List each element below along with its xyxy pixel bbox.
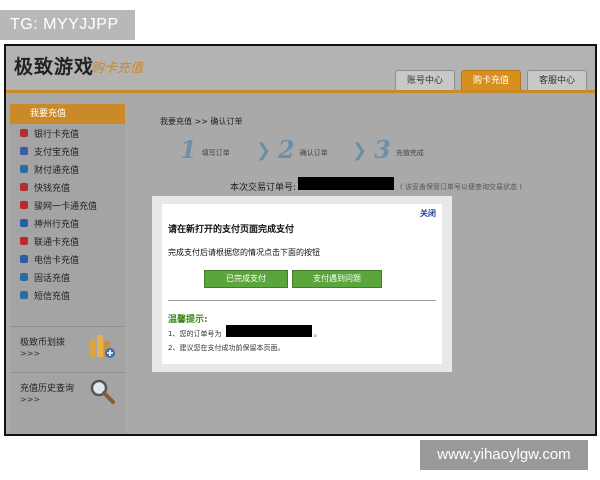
- payment-dialog-body: 关闭 请在新打开的支付页面完成支付 完成支付后请根据您的情况点击下面的按钮 已完…: [162, 204, 442, 364]
- sidebar-list: 银行卡充值支付宝充值财付通充值快钱充值骏网一卡通充值 神州行充值联通卡充值电信卡充…: [10, 124, 125, 304]
- tab-account-center[interactable]: 账号中心: [395, 70, 455, 92]
- step-2-number: 2: [278, 135, 295, 164]
- header-tabs: 账号中心 购卡充值 客服中心: [395, 70, 587, 92]
- sidebar-item-label: 电信卡充值: [34, 255, 80, 266]
- sidebar-item-shenzhouxing[interactable]: 神州行充值: [10, 214, 125, 232]
- tip-order-number-redacted: [226, 325, 312, 337]
- sidebar-item-junnet[interactable]: 骏网一卡通充值: [10, 196, 125, 214]
- sidebar-item-alipay[interactable]: 支付宝充值: [10, 142, 125, 160]
- bank-card-icon: [20, 129, 28, 137]
- tab-card-recharge[interactable]: 购卡充值: [461, 70, 521, 92]
- coin-transfer-label: 极致币划拨: [20, 338, 66, 348]
- sidebar-block-recharge-history[interactable]: 充值历史查询 >>>: [10, 372, 125, 417]
- sidebar-item-phone[interactable]: 固话充值: [10, 268, 125, 286]
- payment-completed-button[interactable]: 已完成支付: [204, 270, 288, 288]
- sidebar: 我要充值 银行卡充值支付宝充值财付通充值快钱充值骏网一卡通充值 神州行充值联通卡充…: [10, 104, 125, 434]
- tenpay-icon: [20, 165, 28, 173]
- sms-icon: [20, 291, 28, 299]
- sidebar-title: 我要充值: [10, 104, 125, 124]
- sidebar-item-unicom[interactable]: 联通卡充值: [10, 232, 125, 250]
- coin-transfer-arrow: >>>: [20, 349, 41, 358]
- tip-1-suffix: 。: [314, 330, 321, 338]
- step-1: 1 填写订单: [180, 138, 230, 162]
- sidebar-item-label: 银行卡充值: [34, 129, 80, 140]
- sidebar-item-label: 联通卡充值: [34, 237, 80, 248]
- step-arrow-icon: ❯: [352, 140, 368, 161]
- coins-icon: [90, 335, 115, 358]
- payment-dialog: 关闭 请在新打开的支付页面完成支付 完成支付后请根据您的情况点击下面的按钮 已完…: [152, 196, 452, 372]
- payment-problem-button[interactable]: 支付遇到问题: [292, 270, 382, 288]
- site-logo[interactable]: 极致游戏: [14, 52, 94, 79]
- sidebar-item-label: 支付宝充值: [34, 147, 80, 158]
- junnet-icon: [20, 201, 28, 209]
- sidebar-item-label: 固话充值: [34, 273, 71, 284]
- sidebar-block-coin-transfer[interactable]: 极致币划拨 >>>: [10, 326, 125, 371]
- step-1-number: 1: [180, 135, 197, 164]
- step-3-label: 充值完成: [395, 149, 424, 157]
- order-number-label: 本次交易订单号:: [230, 183, 297, 193]
- order-number-redacted: [298, 177, 394, 190]
- dialog-title: 请在新打开的支付页面完成支付: [168, 225, 295, 235]
- tip-2-text: 2、建议您在支付成功前保留本页面。: [168, 344, 285, 352]
- sidebar-item-label: 短信充值: [34, 291, 71, 302]
- step-arrow-icon: ❯: [256, 140, 272, 161]
- dialog-close-link[interactable]: 关闭: [420, 208, 436, 219]
- sidebar-item-kuaiqian[interactable]: 快钱充值: [10, 178, 125, 196]
- breadcrumb: 我要充值 >> 确认订单: [160, 117, 243, 126]
- tip-1-text: 1、您的订单号为: [168, 330, 222, 338]
- screenshot-frame: 极致游戏 购卡充值 账号中心 购卡充值 客服中心 我要充值 银行卡充值支付宝充值…: [4, 44, 597, 436]
- header-divider: [6, 90, 595, 93]
- alipay-icon: [20, 147, 28, 155]
- sidebar-item-label: 财付通充值: [34, 165, 80, 176]
- phone-icon: [20, 273, 28, 281]
- sidebar-item-label: 骏网一卡通充值: [34, 201, 98, 212]
- site-logo-subtitle: 购卡充值: [91, 61, 144, 76]
- telecom-icon: [20, 255, 28, 263]
- step-3: 3 充值完成: [374, 138, 424, 162]
- unicom-icon: [20, 237, 28, 245]
- sidebar-item-label: 快钱充值: [34, 183, 71, 194]
- top-watermark: TG: MYYJJPP: [0, 10, 135, 40]
- sidebar-item-telecom[interactable]: 电信卡充值: [10, 250, 125, 268]
- order-number-note: ( 该妥善保管订单号以便查询交易状态 ): [400, 183, 522, 191]
- recharge-history-arrow: >>>: [20, 395, 41, 404]
- step-2: 2 确认订单: [278, 138, 328, 162]
- site-header: 极致游戏 购卡充值 账号中心 购卡充值 客服中心: [6, 46, 595, 93]
- step-3-number: 3: [374, 135, 391, 164]
- step-1-label: 填写订单: [201, 149, 230, 157]
- step-2-label: 确认订单: [299, 149, 328, 157]
- shenzhouxing-icon: [20, 219, 28, 227]
- dialog-message: 完成支付后请根据您的情况点击下面的按钮: [168, 248, 320, 257]
- sidebar-item-label: 神州行充值: [34, 219, 80, 230]
- magnifier-icon: [90, 379, 115, 404]
- tab-customer-service[interactable]: 客服中心: [527, 70, 587, 92]
- kuaiqian-icon: [20, 183, 28, 191]
- sidebar-item-sms[interactable]: 短信充值: [10, 286, 125, 304]
- sidebar-item-bank-card[interactable]: 银行卡充值: [10, 124, 125, 142]
- dialog-divider: [168, 300, 436, 301]
- bottom-watermark: www.yihaoylgw.com: [420, 440, 588, 470]
- recharge-history-label: 充值历史查询: [20, 384, 75, 394]
- sidebar-item-tenpay[interactable]: 财付通充值: [10, 160, 125, 178]
- tips-title: 温馨提示:: [168, 315, 208, 325]
